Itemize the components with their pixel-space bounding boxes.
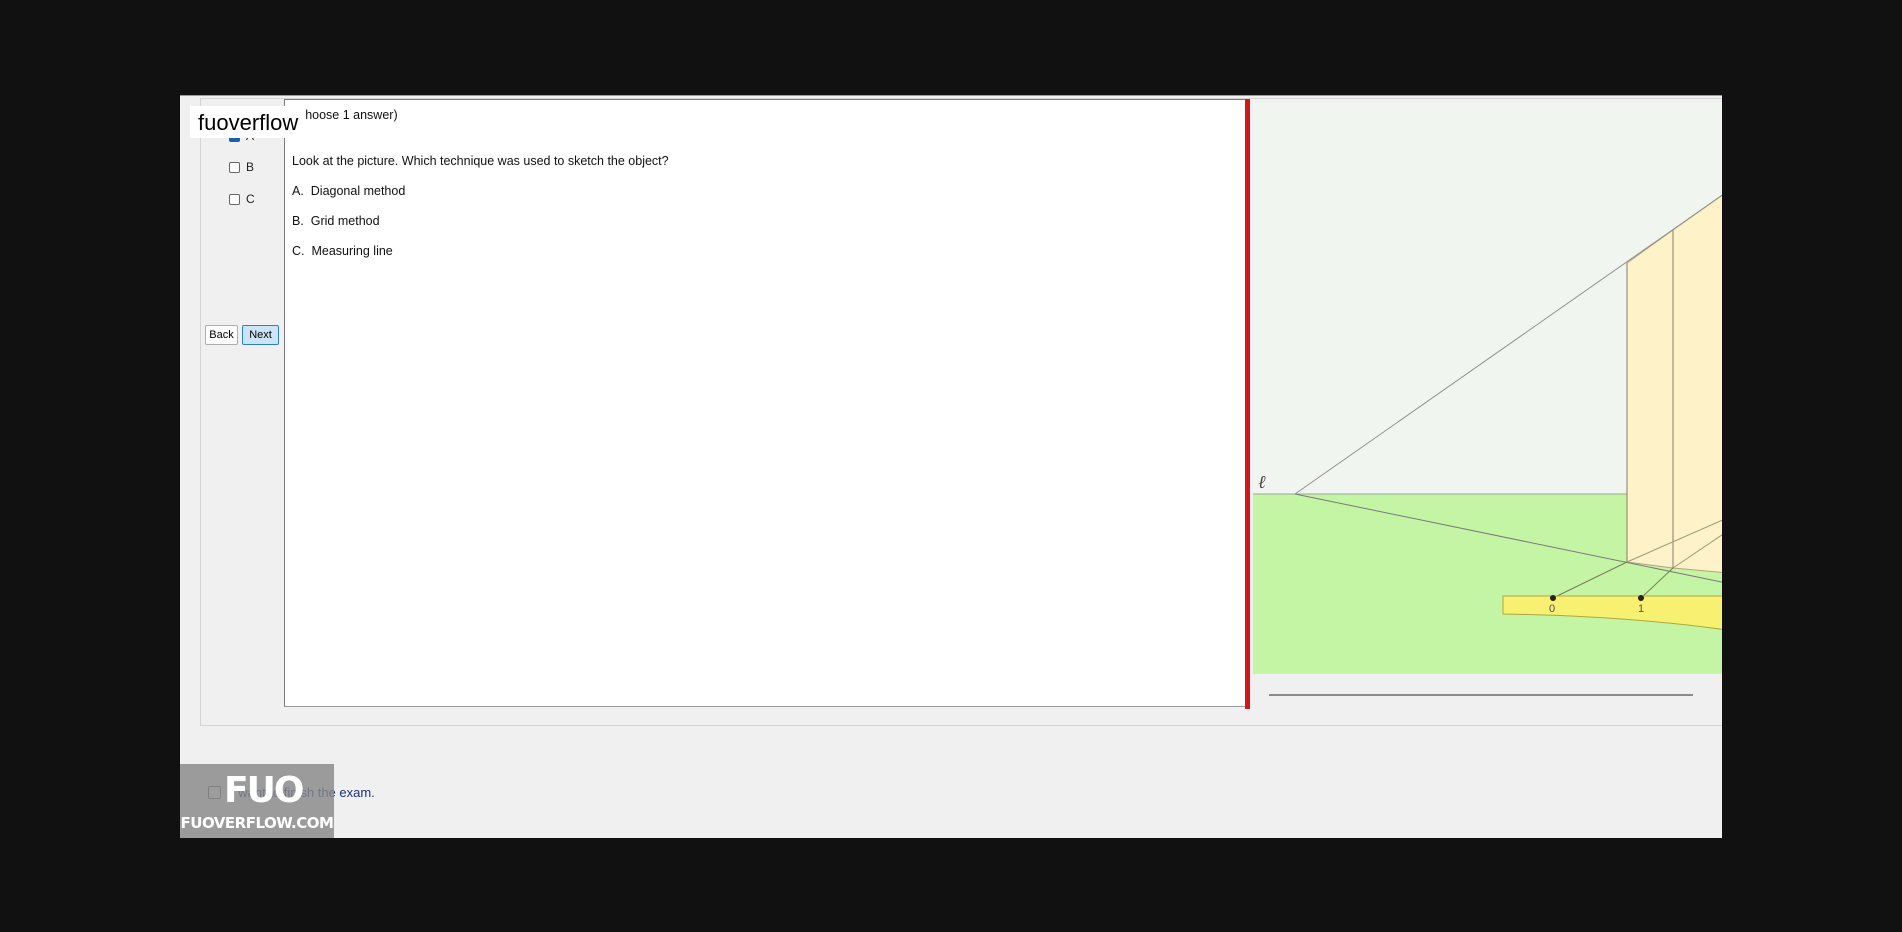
choice-text: Grid method (310, 214, 380, 228)
answer-instruction: (Choose 1 answer) (292, 108, 398, 122)
answer-column: A B C Back Next (201, 99, 285, 725)
answer-checkbox-b[interactable] (229, 161, 240, 173)
exam-panel: A B C Back Next (Choose 1 answer) Look a… (200, 98, 1722, 726)
answer-label-b: B (246, 160, 255, 174)
answer-checkbox-c[interactable] (229, 193, 240, 205)
choice-b: B. Grid method (292, 214, 380, 228)
question-prompt: Look at the picture. Which technique was… (292, 154, 669, 168)
line-label: ℓ (1258, 472, 1266, 493)
next-button[interactable]: Next (242, 325, 279, 345)
watermark-badge: FUO FUOVERFLOW.COM (180, 764, 334, 838)
choice-c: C. Measuring line (292, 244, 393, 258)
scale-point-0 (1550, 595, 1556, 601)
answer-option-c[interactable]: C (229, 192, 255, 206)
back-button[interactable]: Back (205, 325, 238, 345)
choice-text: Diagonal method (310, 184, 406, 198)
choice-letter: B. (292, 214, 304, 228)
question-image: 0 1 ℓ (1253, 102, 1722, 674)
image-horizontal-scrollbar[interactable] (1269, 694, 1693, 696)
watermark-site: FUOVERFLOW.COM (180, 814, 334, 832)
choice-a: A. Diagonal method (292, 184, 405, 198)
perspective-drawing: 0 1 ℓ (1253, 102, 1722, 674)
answer-label-c: C (246, 192, 255, 206)
object-face-2 (1672, 194, 1722, 573)
choice-letter: C. (292, 244, 305, 258)
choice-text: Measuring line (311, 244, 393, 258)
choice-letter: A. (292, 184, 304, 198)
scale-label-0: 0 (1549, 603, 1555, 615)
scale-point-1 (1638, 595, 1644, 601)
exam-window: A B C Back Next (Choose 1 answer) Look a… (180, 95, 1722, 838)
panel-splitter[interactable] (1245, 99, 1250, 709)
watermark-logo-text: fuoverflow (190, 106, 307, 138)
scale-label-1: 1 (1638, 603, 1644, 615)
question-box: (Choose 1 answer) Look at the picture. W… (284, 99, 1245, 707)
object-face (1626, 229, 1674, 569)
answer-option-b[interactable]: B (229, 160, 254, 174)
watermark-mark: FUO (224, 770, 304, 811)
